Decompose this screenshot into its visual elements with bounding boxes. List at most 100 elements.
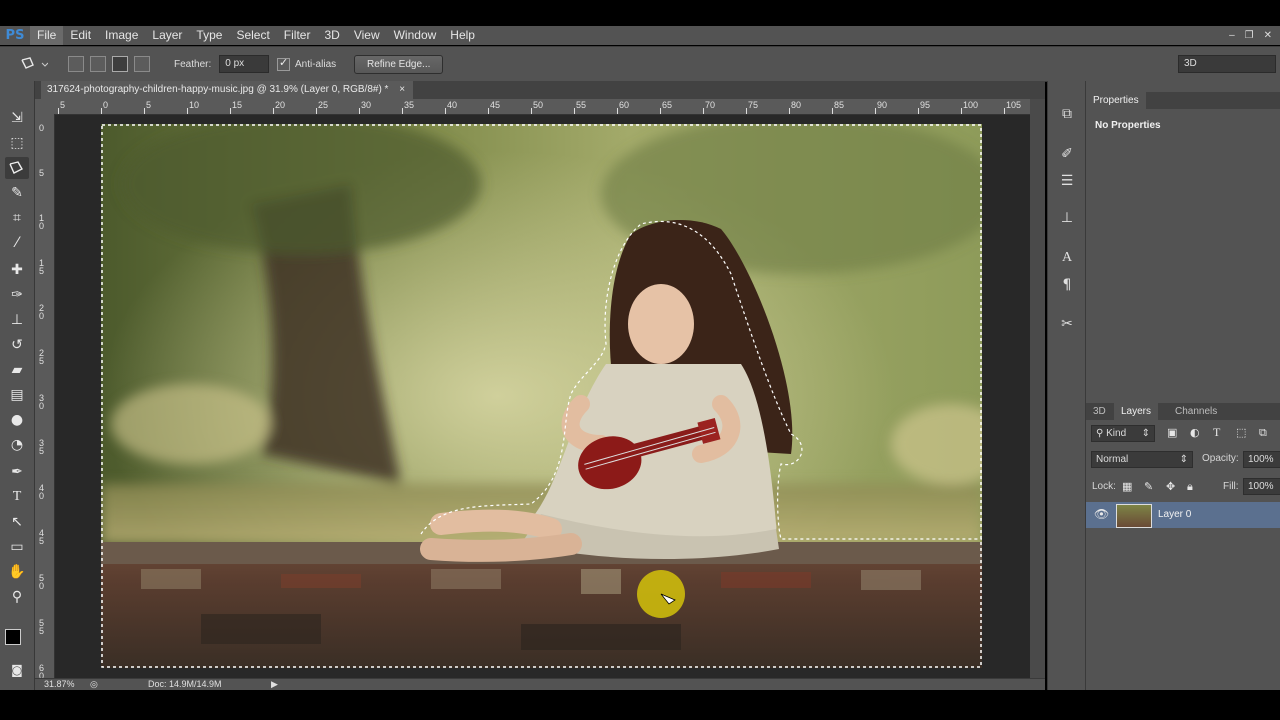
pixel-filter-icon[interactable]: ▣ [1167, 426, 1177, 439]
pen-tool-icon[interactable]: ✒ [5, 461, 29, 483]
layer-filter-select[interactable]: ⚲ Kind ⇕ [1091, 425, 1155, 442]
ruler-tick [875, 108, 876, 114]
paragraph-panel-icon[interactable]: ¶ [1056, 274, 1078, 296]
add-to-selection-button[interactable] [90, 56, 106, 72]
window-controls: – ❐ ✕ [1229, 26, 1272, 45]
zoom-tool-icon[interactable]: ⚲ [5, 586, 29, 608]
status-menu-arrow-icon[interactable]: ▶ [271, 679, 278, 690]
menu-layer[interactable]: Layer [145, 26, 189, 45]
ruler-tick [531, 108, 532, 114]
layer-name[interactable]: Layer 0 [1158, 509, 1191, 520]
fill-input[interactable]: 100% [1243, 478, 1280, 495]
layer-row[interactable]: 👁︎ Layer 0 [1086, 502, 1280, 528]
brush-panel-icon[interactable]: ✐ [1056, 143, 1078, 165]
dodge-tool-icon[interactable]: ◔ [5, 434, 29, 456]
ruler-tick-label: 100 [963, 100, 979, 110]
antialias-label: Anti-alias [295, 58, 337, 70]
menu-image[interactable]: Image [98, 26, 145, 45]
ruler-tick-label: 40 [39, 483, 45, 501]
feather-label: Feather: [174, 58, 212, 70]
marquee-tool-icon[interactable]: ⬚ [5, 132, 29, 154]
clone-stamp-tool-icon[interactable]: ⊥ [5, 309, 29, 331]
menu-select[interactable]: Select [229, 26, 276, 45]
eraser-tool-icon[interactable]: ▰ [5, 359, 29, 381]
vertical-ruler[interactable]: 0 5 10 15 20 25 30 35 40 45 50 55 60 [35, 114, 55, 678]
menu-file[interactable]: File [30, 26, 64, 45]
smart-object-filter-icon[interactable]: ⧉ [1259, 426, 1267, 440]
menu-view[interactable]: View [347, 26, 387, 45]
blur-tool-icon[interactable]: ● [5, 409, 29, 431]
status-info-icon[interactable]: ◎ [90, 679, 98, 690]
type-filter-icon[interactable]: T [1213, 425, 1220, 440]
tab-properties[interactable]: Properties [1086, 92, 1146, 109]
visibility-eye-icon[interactable]: 👁︎ [1094, 507, 1109, 521]
document-image[interactable] [101, 124, 982, 668]
restore-button[interactable]: ❐ [1245, 30, 1254, 41]
lock-position-icon[interactable]: ✥ [1166, 480, 1175, 493]
ruler-tick-label: 40 [447, 100, 458, 110]
close-window-button[interactable]: ✕ [1264, 30, 1272, 41]
brush-tool-icon[interactable]: ✑ [5, 284, 29, 306]
tool-preset-picker[interactable] [20, 47, 48, 81]
menu-edit[interactable]: Edit [63, 26, 98, 45]
workspace-select[interactable]: 3D [1178, 55, 1276, 73]
adjustments-panel-icon[interactable]: ☰ [1056, 170, 1078, 192]
lasso-tool-icon[interactable] [5, 157, 29, 179]
gradient-tool-icon[interactable]: ▤ [5, 384, 29, 406]
ruler-tick [316, 108, 317, 114]
menu-bar: PS File Edit Image Layer Type Select Fil… [0, 26, 1280, 45]
history-brush-tool-icon[interactable]: ↺ [5, 334, 29, 356]
close-tab-icon[interactable]: × [399, 84, 405, 95]
shape-filter-icon[interactable]: ⬚ [1236, 426, 1246, 439]
move-tool-icon[interactable]: ⇲ [5, 107, 29, 129]
lock-image-icon[interactable]: ✎ [1144, 480, 1153, 493]
hand-tool-icon[interactable]: ✋ [5, 561, 29, 583]
type-tool-icon[interactable]: T [5, 486, 29, 508]
fill-label: Fill: [1223, 481, 1239, 492]
document-tab-bar: 317624-photography-children-happy-music.… [35, 81, 1045, 99]
vertical-scrollbar[interactable] [1030, 99, 1045, 678]
clone-source-panel-icon[interactable]: ⊥ [1056, 207, 1078, 229]
character-panel-icon[interactable]: A [1056, 247, 1078, 269]
path-selection-tool-icon[interactable]: ↖ [5, 511, 29, 533]
horizontal-ruler[interactable]: 5 0 5 10 15 20 25 30 35 40 45 50 55 60 65 70 75 80 85 90 95 1… [55, 99, 1030, 115]
tool-presets-panel-icon[interactable]: ✂ [1056, 313, 1078, 335]
tab-channels[interactable]: Channels [1168, 403, 1224, 420]
feather-input[interactable]: 0 px [219, 55, 270, 73]
ruler-tick-label: 10 [39, 213, 45, 231]
crop-tool-icon[interactable]: ⌗ [5, 207, 29, 229]
ruler-tick [402, 108, 403, 114]
eyedropper-tool-icon[interactable]: ⁄ [5, 232, 29, 254]
foreground-color-swatch[interactable] [5, 629, 21, 645]
menu-3d[interactable]: 3D [317, 26, 346, 45]
lock-all-icon[interactable]: 🔒︎ [1187, 480, 1193, 494]
search-icon: ⚲ [1096, 428, 1104, 439]
quick-selection-tool-icon[interactable]: ✎ [5, 182, 29, 204]
new-selection-button[interactable] [68, 56, 84, 72]
menu-window[interactable]: Window [387, 26, 444, 45]
adjustment-filter-icon[interactable]: ◐ [1190, 426, 1200, 439]
menu-filter[interactable]: Filter [277, 26, 318, 45]
ruler-tick [187, 108, 188, 114]
tab-3d[interactable]: 3D [1086, 403, 1113, 420]
menu-type[interactable]: Type [189, 26, 229, 45]
tools-panel: ⇲ ⬚ ✎ ⌗ ⁄ ✚ ✑ ⊥ ↺ ▰ ▤ ● ◔ ✒ T ↖ ▭ ✋ ⚲ ◙ [0, 81, 35, 690]
zoom-level[interactable]: 31.87% [44, 679, 75, 689]
document-tab[interactable]: 317624-photography-children-happy-music.… [41, 81, 414, 99]
antialias-checkbox[interactable] [277, 56, 290, 71]
blend-mode-select[interactable]: Normal ⇕ [1091, 451, 1193, 468]
ruler-tick [273, 108, 274, 114]
quick-mask-icon[interactable]: ◙ [5, 659, 29, 681]
refine-edge-button[interactable]: Refine Edge... [354, 54, 444, 74]
ruler-tick-label: 55 [576, 100, 587, 110]
tab-layers[interactable]: Layers [1114, 403, 1159, 420]
menu-help[interactable]: Help [443, 26, 482, 45]
healing-brush-tool-icon[interactable]: ✚ [5, 259, 29, 281]
intersect-selection-button[interactable] [134, 56, 150, 72]
shape-tool-icon[interactable]: ▭ [5, 536, 29, 558]
minimize-button[interactable]: – [1229, 30, 1235, 41]
subtract-from-selection-button[interactable] [112, 56, 128, 72]
opacity-input[interactable]: 100% [1243, 451, 1280, 468]
lock-transparent-icon[interactable]: ▦ [1122, 480, 1132, 493]
history-panel-icon[interactable]: ⧉ [1056, 103, 1078, 125]
